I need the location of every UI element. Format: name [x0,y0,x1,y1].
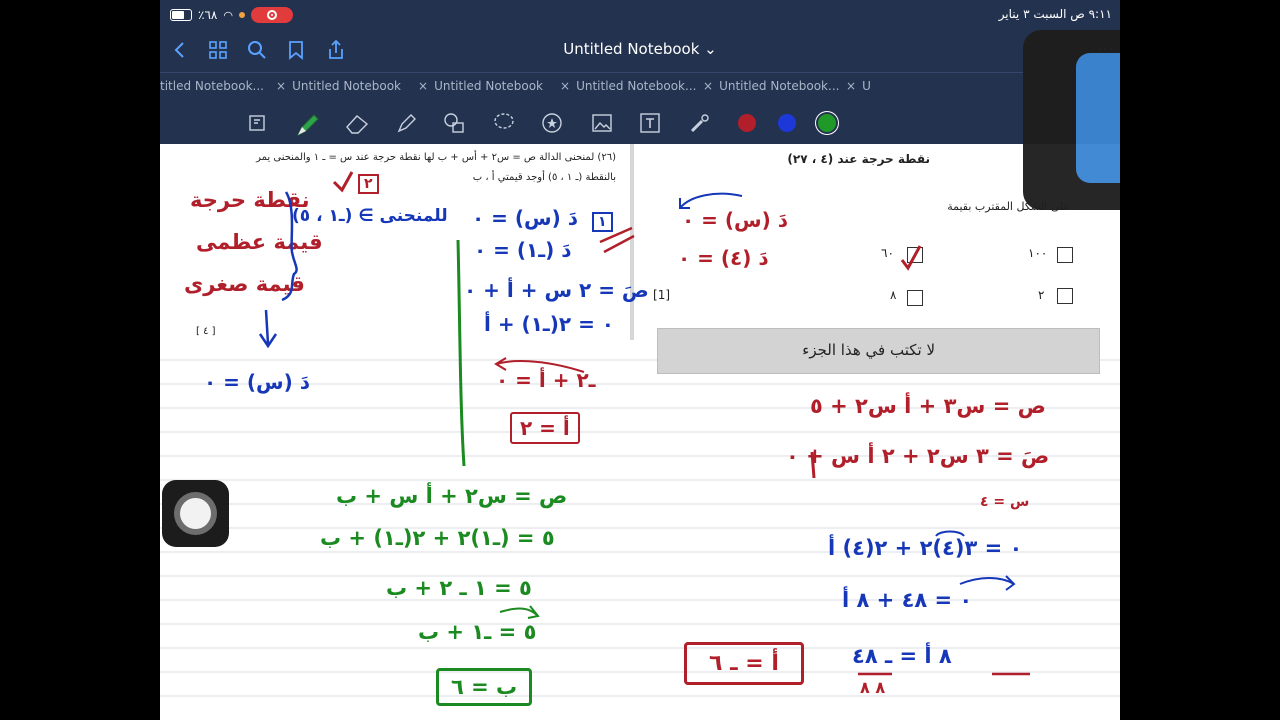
red-check-icon [332,171,354,193]
red-hatch-strokes [599,226,635,254]
text-select-icon[interactable] [246,111,270,135]
red-arrow-left-icon [494,357,585,373]
status-bar: ٪٦٨ ◠ ٩:١١ ص السبت ٣ يناير [160,0,1120,30]
status-left: ٪٦٨ ◠ [170,7,293,23]
lasso-icon[interactable] [492,111,516,135]
nav-bar: Untitled Notebook ⌄ ··· [160,30,1120,72]
close-icon[interactable]: × [560,79,570,93]
sticker-icon[interactable] [540,111,564,135]
tab-4[interactable]: × Untitled Notebook... [560,79,696,93]
floating-app-overlay[interactable]: H [1023,30,1120,210]
battery-percent: ٪٦٨ [198,8,218,22]
wifi-icon: ◠ [223,8,233,22]
tab-2[interactable]: × Untitled Notebook [276,79,401,93]
battery-icon [170,9,192,21]
green-divider-stroke [456,239,466,467]
red-bar-stroke [810,451,816,479]
close-icon[interactable]: × [703,79,713,93]
color-swatch-blue[interactable] [778,114,796,132]
blue-arrow-right-icon [959,575,1016,591]
highlighter-icon[interactable] [394,111,418,135]
ink-strokes [258,171,1030,676]
tab-3[interactable]: × Untitled Notebook [418,79,543,93]
assistive-touch-button[interactable] [162,480,229,547]
close-icon[interactable]: × [276,79,286,93]
laser-pointer-icon[interactable] [688,111,712,135]
text-box-icon[interactable] [638,111,662,135]
pen-icon[interactable] [294,111,319,137]
close-icon[interactable]: × [846,79,856,93]
tab-1[interactable]: titled Notebook... [160,79,264,93]
blue-arrow-curve-icon [679,192,743,209]
tab-6[interactable]: × U [846,79,871,93]
screen-recording-pill[interactable] [250,7,293,23]
blue-underline-stroke [935,530,965,537]
color-swatch-red[interactable] [738,114,756,132]
tab-bar: titled Notebook... × Untitled Notebook × U… [160,72,1120,103]
color-swatch-green[interactable] [818,114,836,132]
record-icon [266,10,277,20]
green-arrow-icon [499,605,540,619]
assistive-touch-core [180,498,211,529]
status-time-date: ٩:١١ ص السبت ٣ يناير [998,7,1112,21]
notebook-app: ٪٦٨ ◠ ٩:١١ ص السبت ٣ يناير Untitled Note… [160,0,1120,720]
eraser-icon[interactable] [343,111,369,135]
assistive-touch-ring [174,492,217,535]
shapes-icon[interactable] [442,111,466,135]
blue-arrow-down-icon [258,309,278,349]
tab-5[interactable]: × Untitled Notebook... [703,79,839,93]
close-icon[interactable]: × [418,79,428,93]
blue-brace-stroke [281,191,298,302]
tools-toolbar [160,102,1120,144]
notebook-title[interactable]: Untitled Notebook ⌄ [160,40,1120,58]
mic-indicator-icon [238,12,245,18]
red-check-option-icon [900,245,922,271]
notebook-canvas[interactable]: (٢٦) لمنحنى الدالة ص = س٢ + أس + ب لها ن… [160,144,1120,720]
app-tile-h[interactable]: H [1076,53,1120,183]
image-icon[interactable] [590,111,614,135]
